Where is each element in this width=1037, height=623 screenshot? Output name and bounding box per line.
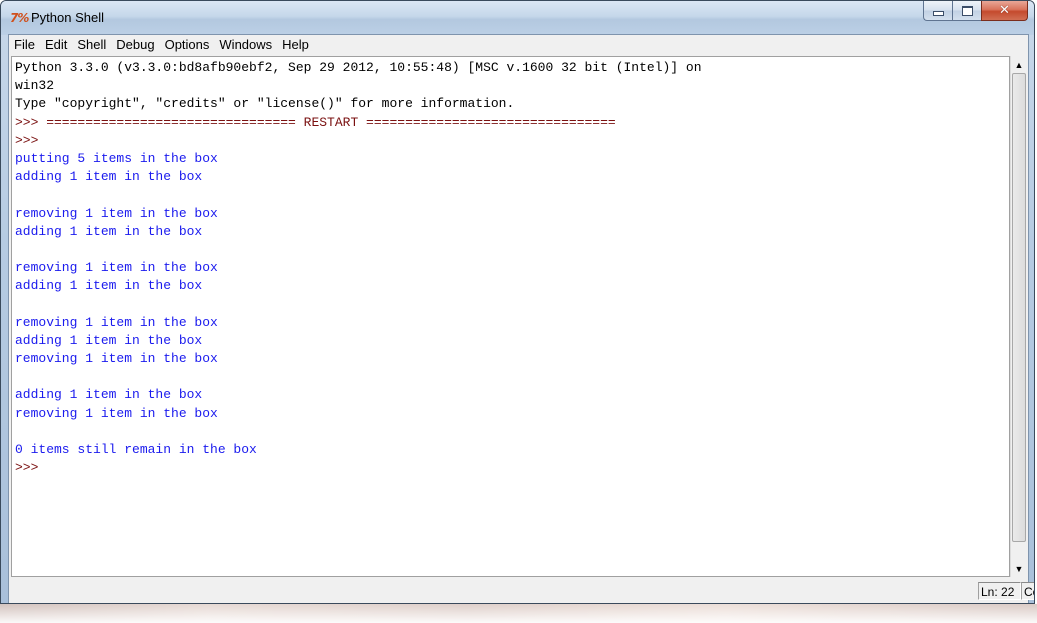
title-bar[interactable]: 7% Python Shell ✕ [1, 1, 1034, 35]
menu-options[interactable]: Options [160, 35, 215, 55]
shell-line: removing 1 item in the box [15, 260, 218, 276]
shell-line: removing 1 item in the box [15, 205, 218, 221]
shell-line: >>> ================================ RES… [15, 114, 616, 130]
minimize-icon [932, 11, 944, 16]
shell-line: >>> [15, 460, 39, 476]
shell-output-editor[interactable]: Python 3.3.0 (v3.3.0:bd8afb90ebf2, Sep 2… [11, 56, 1010, 577]
shell-line: removing 1 item in the box [15, 405, 218, 421]
shell-line: removing 1 item in the box [15, 351, 218, 366]
idle-logo-icon: 7% [10, 11, 29, 25]
menu-edit[interactable]: Edit [40, 35, 72, 55]
window-controls: ✕ [923, 1, 1028, 22]
shell-line: removing 1 item in the box [15, 314, 218, 330]
menu-file[interactable]: File [9, 35, 40, 55]
shell-line: adding 1 item in the box [15, 332, 203, 348]
menu-windows[interactable]: Windows [214, 35, 277, 55]
shell-line: win32 [15, 78, 55, 94]
shell-line: adding 1 item in the box [15, 223, 203, 239]
status-line-number: Ln: 22 [978, 582, 1021, 600]
minimize-button[interactable] [923, 1, 952, 21]
scroll-down-button[interactable]: ▼ [1011, 560, 1027, 577]
shell-client-area: File Edit Shell Debug Options Windows He… [8, 34, 1034, 603]
window-title: Python Shell [31, 10, 104, 25]
menu-bar: File Edit Shell Debug Options Windows He… [9, 35, 1028, 55]
shell-line: 0 items still remain in the box [15, 441, 257, 457]
shell-line: >>> [15, 132, 39, 148]
python-shell-window: 7% Python Shell ✕ File Edit Shell Debug … [0, 0, 1035, 604]
shell-line: Type "copyright", "credits" or "license(… [15, 96, 515, 112]
menu-debug[interactable]: Debug [111, 35, 159, 55]
close-button[interactable]: ✕ [981, 1, 1028, 21]
shell-line: Python 3.3.0 (v3.3.0:bd8afb90ebf2, Sep 2… [15, 60, 702, 75]
status-column-number: Col: 4 [1021, 582, 1034, 600]
menu-help[interactable]: Help [277, 35, 314, 55]
shell-line: putting 5 items in the box [15, 150, 218, 166]
triangle-up-icon: ▲ [1014, 59, 1024, 70]
scrollbar-thumb[interactable] [1012, 73, 1026, 542]
status-bar: Ln: 22 Col: 4 [9, 578, 1034, 603]
triangle-down-icon: ▼ [1014, 563, 1024, 574]
shell-line: adding 1 item in the box [15, 169, 203, 185]
vertical-scrollbar[interactable]: ▲ ▼ [1010, 56, 1027, 577]
close-icon: ✕ [999, 3, 1010, 18]
menu-shell[interactable]: Shell [72, 35, 111, 55]
shell-line: adding 1 item in the box [15, 278, 203, 294]
shell-lines: Python 3.3.0 (v3.3.0:bd8afb90ebf2, Sep 2… [15, 59, 702, 477]
scroll-up-button[interactable]: ▲ [1011, 56, 1027, 73]
desktop-background-fade [0, 604, 1037, 623]
maximize-button[interactable] [952, 1, 981, 21]
maximize-icon [961, 5, 973, 16]
shell-line: adding 1 item in the box [15, 387, 203, 403]
